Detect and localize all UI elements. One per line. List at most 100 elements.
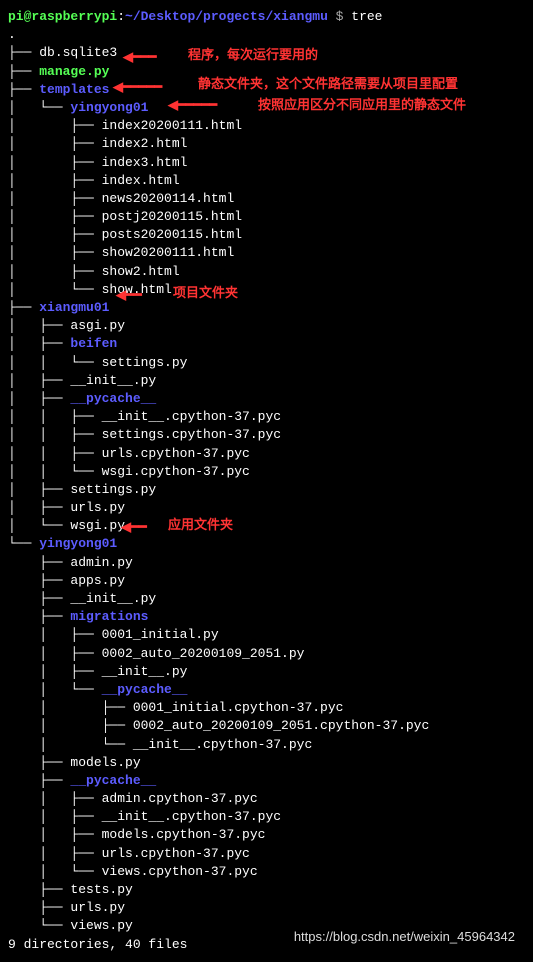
tree-row: │ │ └── settings.py xyxy=(8,354,525,372)
tree-row: │ ├── index.html xyxy=(8,172,525,190)
file-name: index.html xyxy=(102,173,180,188)
directory-name: beifen xyxy=(70,336,117,351)
file-name: db.sqlite3 xyxy=(39,45,117,60)
file-name: __init__.cpython-37.pyc xyxy=(102,809,281,824)
tree-row: │ ├── urls.cpython-37.pyc xyxy=(8,845,525,863)
tree-row: │ ├── 0001_initial.py xyxy=(8,626,525,644)
tree-row: ├── tests.py xyxy=(8,881,525,899)
tree-row: ├── models.py xyxy=(8,754,525,772)
file-name: views.cpython-37.pyc xyxy=(102,864,258,879)
annotation-label: 按照应用区分不同应用里的静态文件 xyxy=(258,96,466,114)
directory-name: yingyong01 xyxy=(39,536,117,551)
tree-row: ├── urls.py xyxy=(8,899,525,917)
tree-row: │ ├── urls.py xyxy=(8,499,525,517)
tree-row: │ ├── posts20200115.html xyxy=(8,226,525,244)
file-name: models.cpython-37.pyc xyxy=(102,827,266,842)
file-name: apps.py xyxy=(70,573,125,588)
tree-row: │ ├── beifen xyxy=(8,335,525,353)
file-name: posts20200115.html xyxy=(102,227,242,242)
tree-row: │ ├── __init__.py xyxy=(8,663,525,681)
file-name: __init__.cpython-37.pyc xyxy=(102,409,281,424)
file-name: __init__.py xyxy=(70,373,156,388)
file-name: __init__.cpython-37.pyc xyxy=(133,737,312,752)
file-name: urls.cpython-37.pyc xyxy=(102,446,250,461)
tree-row: │ │ ├── settings.cpython-37.pyc xyxy=(8,426,525,444)
file-name: admin.py xyxy=(70,555,132,570)
tree-row: │ ├── index20200111.html xyxy=(8,117,525,135)
annotation-label: 应用文件夹 xyxy=(168,516,233,534)
tree-output: .├── db.sqlite3├── manage.py├── template… xyxy=(8,26,525,935)
file-name: asgi.py xyxy=(70,318,125,333)
arrow-icon: ◀━━ xyxy=(121,518,147,536)
file-name: settings.cpython-37.pyc xyxy=(102,427,281,442)
tree-row: │ ├── news20200114.html xyxy=(8,190,525,208)
file-name: settings.py xyxy=(70,482,156,497)
directory-name: xiangmu01 xyxy=(39,300,109,315)
tree-row: │ ├── admin.cpython-37.pyc xyxy=(8,790,525,808)
executable-name: manage.py xyxy=(39,64,109,79)
file-name: __init__.py xyxy=(102,664,188,679)
tree-row: │ ├── 0002_auto_20200109_2051.cpython-37… xyxy=(8,717,525,735)
tree-row: ├── admin.py xyxy=(8,554,525,572)
directory-name: templates xyxy=(39,82,109,97)
tree-row: │ ├── models.cpython-37.pyc xyxy=(8,826,525,844)
directory-name: __pycache__ xyxy=(102,682,188,697)
file-name: admin.cpython-37.pyc xyxy=(102,791,258,806)
file-name: show20200111.html xyxy=(102,245,235,260)
tree-row: │ ├── __pycache__ xyxy=(8,390,525,408)
file-name: __init__.py xyxy=(70,591,156,606)
annotation-label: 项目文件夹 xyxy=(173,284,238,302)
file-name: news20200114.html xyxy=(102,191,235,206)
file-name: show2.html xyxy=(102,264,180,279)
file-name: views.py xyxy=(70,918,132,933)
file-name: models.py xyxy=(70,755,140,770)
tree-row: └── yingyong01 xyxy=(8,535,525,553)
file-name: settings.py xyxy=(102,355,188,370)
tree-row: │ │ ├── __init__.cpython-37.pyc xyxy=(8,408,525,426)
prompt-user: pi@raspberrypi xyxy=(8,9,117,24)
file-name: wsgi.py xyxy=(70,518,125,533)
annotation-label: 程序，每次运行要用的 xyxy=(188,46,318,64)
file-name: wsgi.cpython-37.pyc xyxy=(102,464,250,479)
tree-row: ├── migrations xyxy=(8,608,525,626)
tree-row: │ ├── asgi.py xyxy=(8,317,525,335)
file-name: index3.html xyxy=(102,155,188,170)
tree-row: │ └── views.cpython-37.pyc xyxy=(8,863,525,881)
file-name: index20200111.html xyxy=(102,118,242,133)
tree-row: ├── apps.py xyxy=(8,572,525,590)
watermark: https://blog.csdn.net/weixin_45964342 xyxy=(294,928,515,946)
command[interactable]: tree xyxy=(351,9,382,24)
directory-name: migrations xyxy=(70,609,148,624)
arrow-icon: ◀━━━ xyxy=(123,48,156,66)
annotation-label: 静态文件夹，这个文件路径需要从项目里配置 xyxy=(198,75,458,93)
arrow-icon: ◀━━ xyxy=(116,286,142,304)
file-name: urls.cpython-37.pyc xyxy=(102,846,250,861)
tree-row: │ │ └── wsgi.cpython-37.pyc xyxy=(8,463,525,481)
file-name: 0002_auto_20200109_2051.py xyxy=(102,646,305,661)
file-name: urls.py xyxy=(70,500,125,515)
tree-row: │ └── __init__.cpython-37.pyc xyxy=(8,736,525,754)
tree-row: │ ├── 0001_initial.cpython-37.pyc xyxy=(8,699,525,717)
tree-row: ├── __init__.py xyxy=(8,590,525,608)
tree-row: │ ├── index2.html xyxy=(8,135,525,153)
tree-row: │ ├── postj20200115.html xyxy=(8,208,525,226)
file-name: postj20200115.html xyxy=(102,209,242,224)
tree-row: │ ├── settings.py xyxy=(8,481,525,499)
file-name: tests.py xyxy=(70,882,132,897)
tree-row: │ │ ├── urls.cpython-37.pyc xyxy=(8,445,525,463)
file-name: urls.py xyxy=(70,900,125,915)
tree-row: │ └── show.html xyxy=(8,281,525,299)
file-name: 0001_initial.py xyxy=(102,627,219,642)
file-name: index2.html xyxy=(102,136,188,151)
directory-name: yingyong01 xyxy=(70,100,148,115)
prompt-path: ~/Desktop/progects/xiangmu xyxy=(125,9,328,24)
tree-row: │ └── __pycache__ xyxy=(8,681,525,699)
tree-row: │ ├── __init__.py xyxy=(8,372,525,390)
arrow-icon: ◀━━━━━ xyxy=(168,96,217,114)
tree-row: │ ├── 0002_auto_20200109_2051.py xyxy=(8,645,525,663)
shell-prompt: pi@raspberrypi:~/Desktop/progects/xiangm… xyxy=(8,8,525,26)
tree-row: │ ├── show2.html xyxy=(8,263,525,281)
tree-row: ├── __pycache__ xyxy=(8,772,525,790)
arrow-icon: ◀━━━━━ xyxy=(113,78,162,96)
file-name: 0002_auto_20200109_2051.cpython-37.pyc xyxy=(133,718,429,733)
